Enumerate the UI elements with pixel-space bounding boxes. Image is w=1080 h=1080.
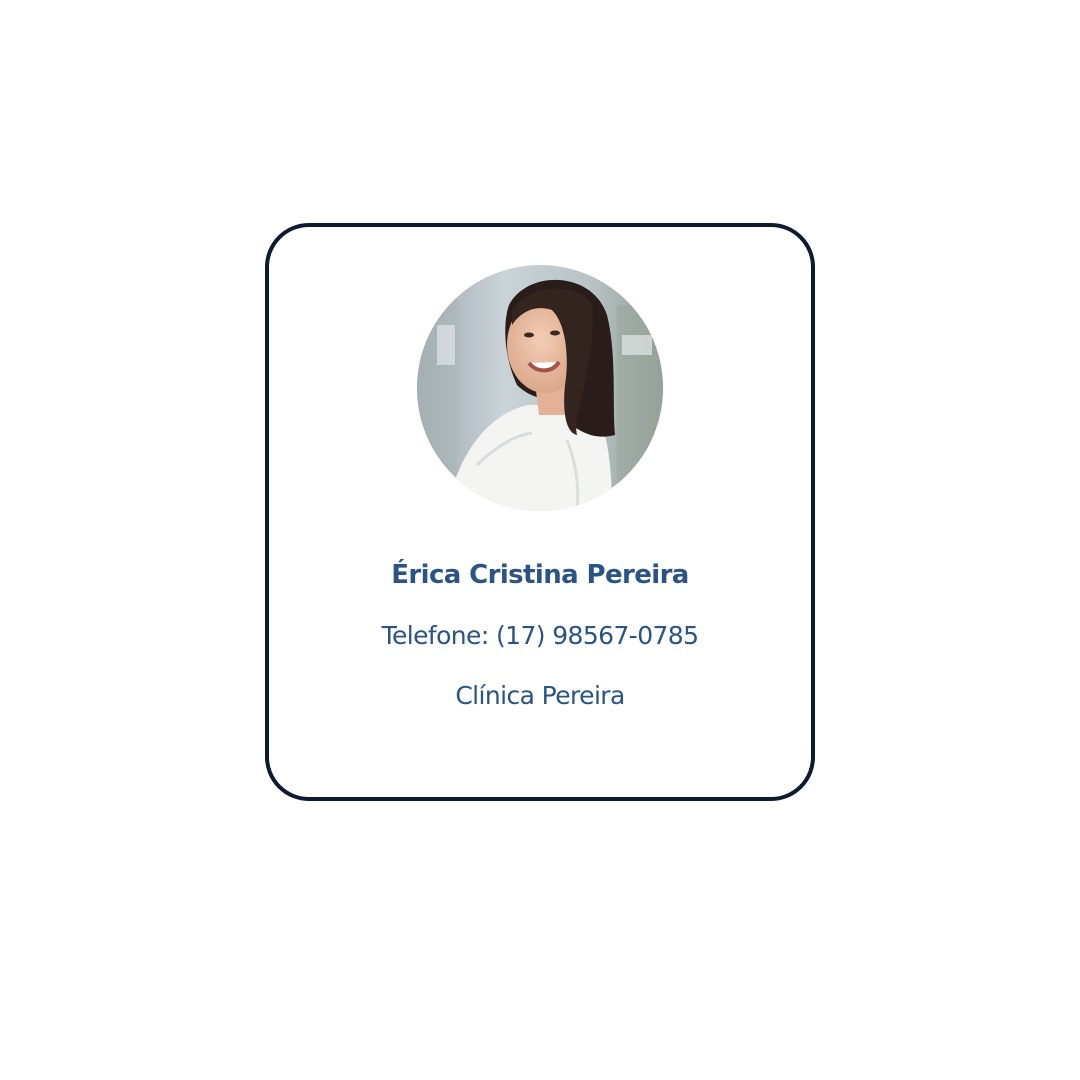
person-name: Érica Cristina Pereira: [391, 560, 689, 590]
phone-number: Telefone: (17) 98567-0785: [381, 621, 699, 650]
profile-card: Érica Cristina Pereira Telefone: (17) 98…: [265, 223, 815, 801]
page: Érica Cristina Pereira Telefone: (17) 98…: [0, 0, 1080, 1080]
clinic-name: Clínica Pereira: [455, 681, 625, 710]
profile-photo: [417, 265, 663, 511]
